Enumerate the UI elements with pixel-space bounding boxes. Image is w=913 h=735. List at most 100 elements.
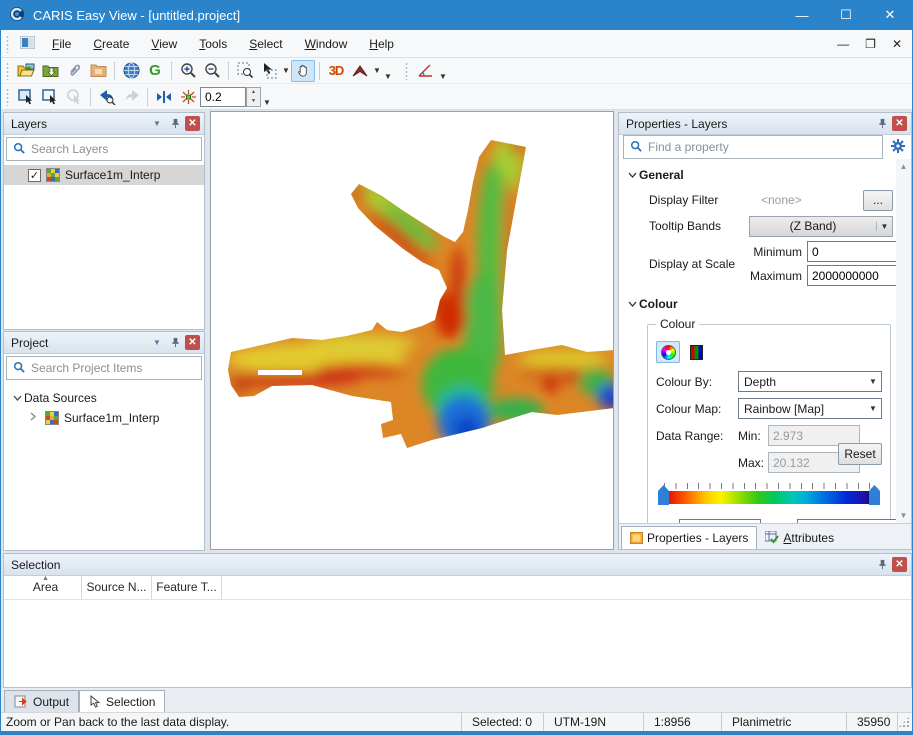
google-earth-icon[interactable]: G bbox=[143, 60, 167, 82]
project-search-input[interactable] bbox=[31, 361, 201, 375]
select-tool-icon[interactable] bbox=[257, 60, 281, 82]
layers-panel-pin-icon[interactable] bbox=[167, 116, 183, 132]
layers-search-input[interactable] bbox=[31, 142, 201, 156]
project-panel-menu-icon[interactable]: ▼ bbox=[149, 335, 165, 351]
property-search-input[interactable] bbox=[648, 140, 882, 154]
tooltip-bands-dropdown[interactable]: (Z Band) ▼ bbox=[749, 216, 893, 237]
colour-wheel-icon[interactable] bbox=[656, 341, 680, 363]
menubar-grip[interactable] bbox=[5, 35, 10, 53]
open-project-icon[interactable] bbox=[14, 60, 38, 82]
chevron-right-icon[interactable] bbox=[26, 412, 40, 424]
tree-item-surface1m[interactable]: Surface1m_Interp bbox=[10, 408, 204, 428]
resize-grip[interactable] bbox=[898, 716, 910, 728]
colour-by-dropdown[interactable]: Depth ▼ bbox=[738, 371, 882, 392]
colour-map-dropdown[interactable]: Rainbow [Map] ▼ bbox=[738, 398, 882, 419]
properties-panel-close-icon[interactable]: ✕ bbox=[892, 116, 907, 131]
gear-icon[interactable] bbox=[890, 138, 906, 157]
select-tool-dropdown[interactable]: ▼ bbox=[281, 66, 291, 75]
menu-create[interactable]: Create bbox=[83, 33, 139, 55]
properties-scrollbar[interactable]: ▲ ▼ bbox=[896, 159, 911, 523]
zoom-out-icon[interactable] bbox=[200, 60, 224, 82]
tab-properties-layers[interactable]: Properties - Layers bbox=[621, 526, 757, 549]
colour-by-value: Depth bbox=[744, 375, 865, 389]
flythrough-dropdown[interactable]: ▼ bbox=[372, 66, 382, 75]
tab-attributes[interactable]: Attributes bbox=[757, 526, 842, 549]
menu-help[interactable]: Help bbox=[359, 33, 404, 55]
attach-data-icon[interactable] bbox=[62, 60, 86, 82]
snap-tolerance-stepper[interactable]: ▲▼ bbox=[246, 87, 261, 107]
layers-panel-menu-icon[interactable]: ▼ bbox=[149, 116, 165, 132]
selection-table-body[interactable] bbox=[4, 600, 911, 687]
minimize-button[interactable]: — bbox=[780, 0, 824, 30]
menu-tools[interactable]: Tools bbox=[189, 33, 237, 55]
toolbar1-grip[interactable] bbox=[5, 62, 10, 80]
map-view[interactable] bbox=[210, 111, 614, 550]
rgb-bands-icon[interactable] bbox=[684, 341, 708, 363]
data-range-min-label: Min: bbox=[738, 429, 768, 443]
display-filter-browse-button[interactable]: ... bbox=[863, 190, 893, 211]
pan-tool-icon[interactable] bbox=[291, 60, 315, 82]
chevron-down-icon[interactable] bbox=[10, 393, 24, 404]
display-at-scale-label: Display at Scale bbox=[649, 257, 749, 271]
layers-panel-close-icon[interactable]: ✕ bbox=[185, 116, 200, 131]
layer-visibility-checkbox[interactable]: ✓ bbox=[28, 169, 41, 182]
flythrough-icon[interactable] bbox=[348, 60, 372, 82]
selection-panel-close-icon[interactable]: ✕ bbox=[892, 557, 907, 572]
measure-overflow[interactable]: ▼ bbox=[437, 72, 449, 83]
measure-grip[interactable] bbox=[404, 62, 409, 80]
flash-selection-icon[interactable] bbox=[176, 86, 200, 108]
mdi-minimize-button[interactable]: — bbox=[837, 37, 849, 51]
zoom-in-icon[interactable] bbox=[176, 60, 200, 82]
column-area[interactable]: ▲ Area bbox=[10, 575, 82, 599]
close-button[interactable]: ✕ bbox=[868, 0, 912, 30]
toolbar1-overflow[interactable]: ▼ bbox=[382, 72, 394, 83]
section-colour[interactable]: Colour bbox=[625, 294, 893, 314]
add-to-project-icon[interactable] bbox=[38, 60, 62, 82]
section-general[interactable]: General bbox=[625, 165, 893, 185]
property-search[interactable] bbox=[623, 135, 883, 159]
menu-view[interactable]: View bbox=[141, 33, 187, 55]
project-panel-pin-icon[interactable] bbox=[167, 335, 183, 351]
mdi-restore-button[interactable]: ❐ bbox=[865, 37, 876, 51]
layers-search[interactable] bbox=[6, 137, 202, 161]
3d-view-icon[interactable]: 3D bbox=[324, 60, 348, 82]
tab-output[interactable]: Output bbox=[4, 690, 79, 712]
measure-icon[interactable] bbox=[413, 60, 437, 82]
save-data-icon[interactable] bbox=[86, 60, 110, 82]
properties-panel-pin-icon[interactable] bbox=[874, 116, 890, 132]
toolbar-selection: ▲▼ ▼ bbox=[1, 84, 912, 110]
range-max-input[interactable] bbox=[797, 519, 911, 523]
column-feature-type[interactable]: Feature T... bbox=[152, 575, 222, 599]
zoom-next-icon[interactable] bbox=[119, 86, 143, 108]
layer-item-surface1m[interactable]: ✓ Surface1m_Interp bbox=[4, 165, 204, 185]
selection-panel-pin-icon[interactable] bbox=[874, 557, 890, 573]
project-search[interactable] bbox=[6, 356, 202, 380]
fit-extents-icon[interactable] bbox=[152, 86, 176, 108]
mdi-close-button[interactable]: ✕ bbox=[892, 37, 902, 51]
snap-tolerance-input[interactable] bbox=[200, 87, 246, 107]
tab-selection[interactable]: Selection bbox=[79, 690, 165, 712]
select-polygon-rectangle-icon[interactable] bbox=[38, 86, 62, 108]
selection-panel-header: Selection ✕ bbox=[4, 554, 911, 576]
reset-button[interactable]: Reset bbox=[838, 443, 882, 465]
maximize-button[interactable]: ☐ bbox=[824, 0, 868, 30]
select-rectangle-icon[interactable] bbox=[14, 86, 38, 108]
scroll-up-icon[interactable]: ▲ bbox=[900, 159, 908, 174]
zoom-window-icon[interactable] bbox=[233, 60, 257, 82]
range-min-input[interactable] bbox=[679, 519, 761, 523]
colour-ramp-slider[interactable] bbox=[658, 483, 880, 513]
column-source-name[interactable]: Source N... bbox=[82, 575, 152, 599]
select-circle-icon[interactable] bbox=[62, 86, 86, 108]
toolbar2-overflow[interactable]: ▼ bbox=[261, 98, 273, 109]
zoom-previous-icon[interactable] bbox=[95, 86, 119, 108]
menu-file[interactable]: File bbox=[42, 33, 81, 55]
menu-select[interactable]: Select bbox=[239, 33, 292, 55]
toolbar2-grip[interactable] bbox=[5, 88, 10, 106]
scroll-down-icon[interactable]: ▼ bbox=[900, 508, 908, 523]
project-panel-close-icon[interactable]: ✕ bbox=[185, 335, 200, 350]
web-map-icon[interactable] bbox=[119, 60, 143, 82]
data-range-label: Data Range: bbox=[656, 429, 738, 443]
surface-layer-icon bbox=[46, 168, 60, 182]
tree-item-data-sources[interactable]: Data Sources bbox=[10, 388, 204, 408]
menu-window[interactable]: Window bbox=[295, 33, 358, 55]
